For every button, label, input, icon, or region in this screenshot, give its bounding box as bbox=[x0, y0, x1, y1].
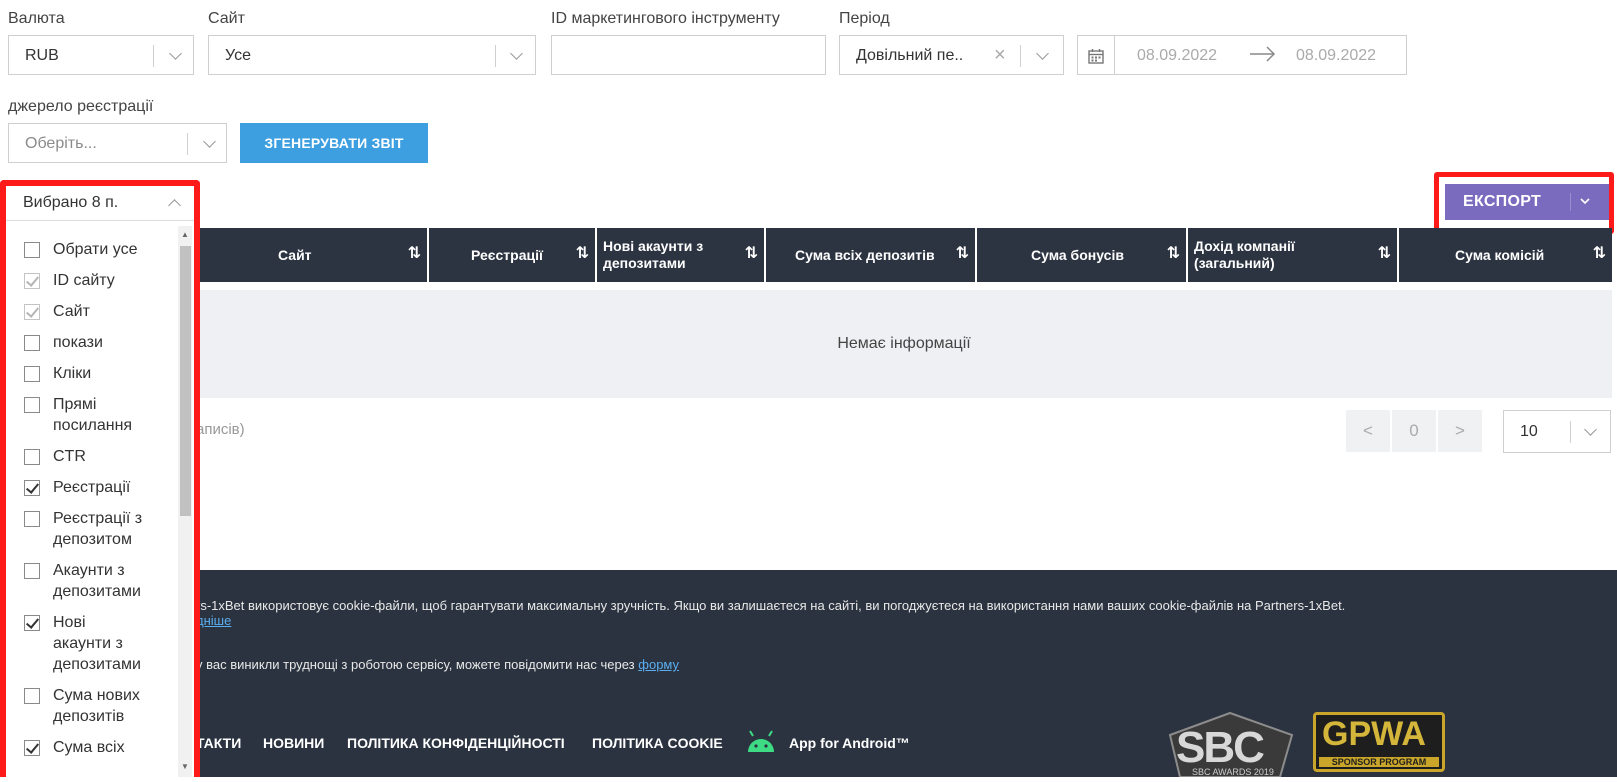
column-header-company-income[interactable]: Дохід компанії (загальний) ⇅ bbox=[1188, 228, 1399, 282]
empty-table-message: Немає інформації bbox=[196, 290, 1612, 398]
chevron-down-icon bbox=[169, 47, 182, 60]
column-option-label[interactable]: Сайт bbox=[53, 301, 90, 322]
selected-count: Вибрано 8 п. bbox=[23, 194, 119, 211]
site-value: Усе bbox=[225, 47, 251, 64]
checkbox[interactable] bbox=[24, 397, 40, 413]
column-selector-header[interactable]: Вибрано 8 п. bbox=[6, 186, 194, 221]
column-option-label[interactable]: Реєстрації з депозитом bbox=[53, 508, 142, 550]
checkbox[interactable] bbox=[24, 740, 40, 756]
prev-page-button[interactable]: < bbox=[1346, 410, 1390, 452]
arrow-right-icon bbox=[1248, 42, 1278, 71]
checkbox[interactable] bbox=[24, 615, 40, 631]
checkbox[interactable] bbox=[24, 688, 40, 704]
column-header-registrations[interactable]: Реєстрації ⇅ bbox=[429, 228, 597, 282]
column-option-label[interactable]: Реєстрації bbox=[53, 477, 130, 498]
chevron-down-icon bbox=[203, 135, 216, 148]
date-from[interactable]: 08.09.2022 bbox=[1137, 47, 1217, 65]
reg-source-placeholder: Оберіть... bbox=[25, 135, 97, 152]
column-header-new-accounts[interactable]: Нові акаунти з депозитами ⇅ bbox=[597, 228, 766, 282]
column-header-deposits-sum[interactable]: Сума всіх депозитів ⇅ bbox=[766, 228, 977, 282]
column-option-label[interactable]: Сума всіх bbox=[53, 737, 125, 758]
records-count: аписів) bbox=[196, 421, 245, 438]
sbc-awards-logo: SBC SBC AWARDS 2019 bbox=[1160, 705, 1300, 778]
column-option-label[interactable]: Акаунти з депозитами bbox=[53, 560, 141, 602]
footer: rs-1xBet використовує cookie-файли, щоб … bbox=[0, 570, 1617, 778]
column-option-label[interactable]: Прямі посилання bbox=[53, 394, 132, 436]
sort-icon[interactable]: ⇅ bbox=[408, 246, 421, 262]
currency-value: RUB bbox=[25, 47, 59, 64]
cookie-notice: rs-1xBet використовує cookie-файли, щоб … bbox=[196, 598, 1346, 628]
column-option-label[interactable]: покази bbox=[53, 332, 103, 353]
checkbox[interactable] bbox=[24, 449, 40, 465]
column-header-bonus-sum[interactable]: Сума бонусів ⇅ bbox=[977, 228, 1188, 282]
chevron-up-icon bbox=[168, 199, 181, 212]
gpwa-logo: GPWA SPONSOR PROGRAM bbox=[1313, 712, 1445, 772]
export-button[interactable]: ЕКСПОРТ bbox=[1445, 184, 1609, 220]
period-value: Довільний пе.. bbox=[856, 47, 964, 64]
checkbox[interactable] bbox=[24, 563, 40, 579]
sort-icon[interactable]: ⇅ bbox=[956, 246, 969, 262]
sort-icon[interactable]: ⇅ bbox=[1167, 246, 1180, 262]
site-label: Сайт bbox=[208, 10, 245, 27]
footer-link-cookie-policy[interactable]: ПОЛІТИКА COOKIE bbox=[592, 735, 723, 751]
marketing-id-label: ID маркетингового інструменту bbox=[551, 10, 780, 27]
column-option-label[interactable]: Обрати усе bbox=[53, 239, 137, 260]
marketing-id-input[interactable] bbox=[551, 35, 826, 75]
scroll-up-icon[interactable]: ▲ bbox=[181, 230, 189, 239]
sort-icon[interactable]: ⇅ bbox=[576, 246, 589, 262]
page-size-select[interactable]: 10 bbox=[1503, 410, 1611, 453]
column-option-label[interactable]: CTR bbox=[53, 446, 86, 467]
cookie-more-link[interactable]: дніше bbox=[196, 613, 231, 628]
sort-icon[interactable]: ⇅ bbox=[745, 246, 758, 262]
checkbox[interactable] bbox=[24, 366, 40, 382]
scrollbar-thumb[interactable] bbox=[180, 246, 191, 516]
period-select[interactable]: Довільний пе.. × bbox=[839, 35, 1064, 75]
help-notice: у вас виникли труднощі з роботою сервісу… bbox=[196, 657, 680, 672]
column-header-commission-sum[interactable]: Сума комісій ⇅ bbox=[1399, 228, 1612, 282]
checkbox[interactable] bbox=[24, 242, 40, 258]
checkbox[interactable] bbox=[24, 511, 40, 527]
checkbox[interactable] bbox=[24, 480, 40, 496]
period-label: Період bbox=[839, 10, 890, 27]
column-option-label[interactable]: Сума нових депозитів bbox=[53, 685, 140, 727]
currency-label: Валюта bbox=[8, 10, 65, 27]
sort-icon[interactable]: ⇅ bbox=[1593, 246, 1606, 262]
scroll-down-icon[interactable]: ▼ bbox=[181, 762, 189, 771]
clear-icon[interactable]: × bbox=[994, 44, 1006, 67]
column-header-site[interactable]: Сайт ⇅ bbox=[196, 228, 429, 282]
reg-source-select[interactable]: Оберіть... bbox=[8, 123, 227, 163]
date-to[interactable]: 08.09.2022 bbox=[1296, 47, 1376, 65]
generate-report-button[interactable]: ЗГЕНЕРУВАТИ ЗВІТ bbox=[240, 123, 428, 163]
reg-source-label: джерело реєстрації bbox=[8, 98, 154, 115]
checkbox[interactable] bbox=[24, 273, 40, 289]
chevron-down-icon bbox=[1584, 423, 1597, 436]
chevron-down-icon bbox=[510, 47, 523, 60]
column-option-label[interactable]: Кліки bbox=[53, 363, 91, 384]
footer-link-news[interactable]: НОВИНИ bbox=[263, 735, 324, 751]
footer-link-android-app[interactable]: App for Android™ bbox=[789, 735, 910, 751]
column-option-label[interactable]: ID сайту bbox=[53, 270, 115, 291]
next-page-button[interactable]: > bbox=[1438, 410, 1482, 452]
site-select[interactable]: Усе bbox=[208, 35, 536, 75]
footer-link-privacy[interactable]: ПОЛІТИКА КОНФІДЕНЦІЙНОСТІ bbox=[347, 735, 565, 751]
android-icon bbox=[744, 730, 778, 759]
calendar-icon bbox=[1088, 48, 1104, 69]
feedback-form-link[interactable]: форму bbox=[638, 657, 679, 672]
chevron-down-icon bbox=[1570, 193, 1599, 211]
currency-select[interactable]: RUB bbox=[8, 35, 194, 75]
chevron-down-icon bbox=[1036, 47, 1049, 60]
checkbox[interactable] bbox=[24, 304, 40, 320]
table-header: Сайт ⇅ Реєстрації ⇅ Нові акаунти з депози… bbox=[196, 228, 1612, 282]
current-page: 0 bbox=[1392, 410, 1436, 452]
column-selector-panel: Вибрано 8 п. ▲ ▼ Обрати усе ID сайту Сайт п… bbox=[0, 180, 200, 777]
sort-icon[interactable]: ⇅ bbox=[1378, 246, 1391, 262]
date-range-picker[interactable]: 08.09.2022 08.09.2022 bbox=[1077, 35, 1407, 75]
export-label: ЕКСПОРТ bbox=[1463, 193, 1542, 210]
column-option-label[interactable]: Нові акаунти з депозитами bbox=[53, 612, 141, 675]
footer-link-contacts[interactable]: ТАКТИ bbox=[196, 735, 241, 751]
checkbox[interactable] bbox=[24, 335, 40, 351]
